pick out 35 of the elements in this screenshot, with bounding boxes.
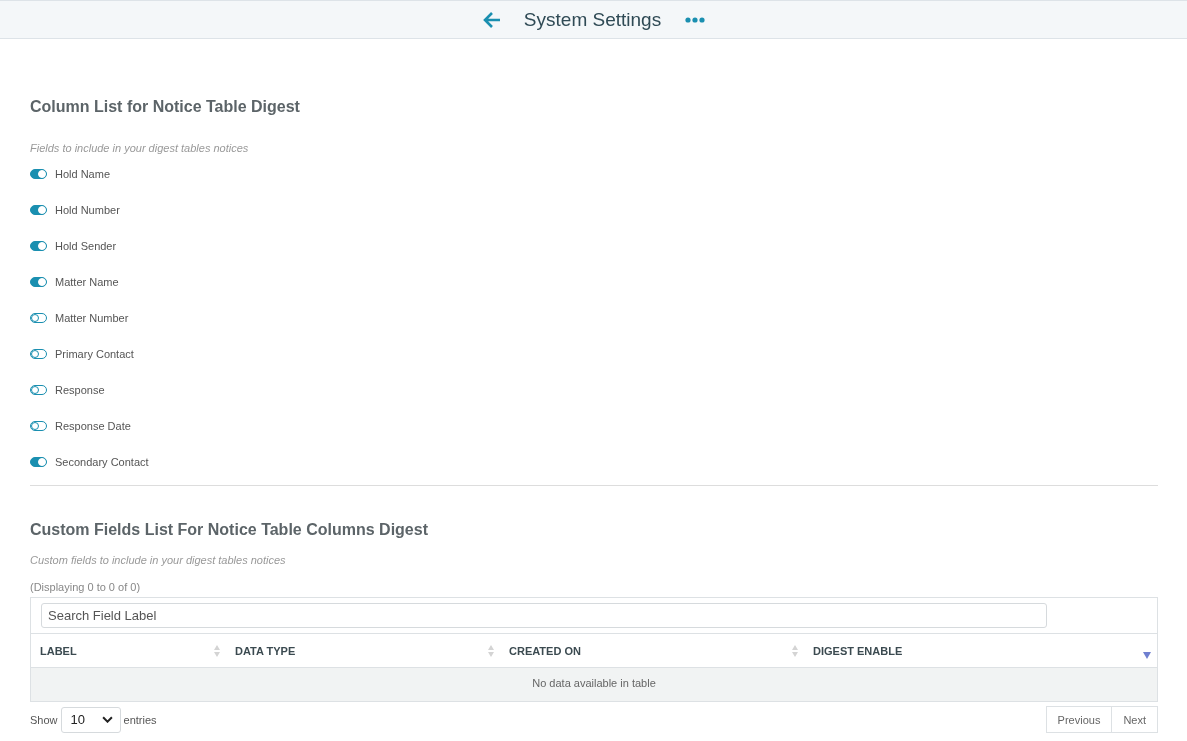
field-label: Hold Name [55,168,111,180]
field-label: Matter Name [55,276,119,288]
pager-button[interactable]: Next [1111,706,1158,733]
field-label: Secondary Contact [55,456,149,468]
page-title: System Settings [523,8,662,31]
section-title: Custom Fields List For Notice Table Columns Digest [30,520,429,540]
toggle-switch[interactable] [30,205,47,215]
toggle-switch[interactable] [30,241,47,251]
field-label: Primary Contact [55,348,134,360]
back-arrow-icon[interactable] [481,9,502,30]
pager-button[interactable]: Previous [1045,706,1113,733]
toggle-switch[interactable] [30,457,47,467]
entries-label: entries [123,713,157,726]
field-label: Hold Number [55,204,120,216]
toggle-switch[interactable] [30,169,47,179]
empty-message: No data available in table [31,668,1157,701]
chevron-down-icon [101,716,113,723]
field-label: Matter Number [55,312,129,324]
section-title: Column List for Notice Table Digest [30,97,301,117]
more-icon[interactable] [685,16,706,23]
column-header[interactable]: DIGEST ENABLE [813,644,903,657]
column-header[interactable]: DATA TYPE [235,644,296,657]
column-header[interactable]: CREATED ON [509,644,581,657]
toggle-switch[interactable] [30,277,47,287]
sort-descending-icon[interactable] [1142,651,1152,659]
show-label: Show [30,713,58,726]
column-header[interactable]: LABEL [40,644,77,657]
field-label: Response [55,384,105,396]
field-label: Response Date [55,420,131,432]
section-hint: Fields to include in your digest tables notices [30,142,250,154]
section-hint: Custom fields to include in your digest tables notices [30,554,287,566]
field-label: Hold Sender [55,240,117,252]
record-count: (Displaying 0 to 0 of 0) [30,581,142,593]
search-field[interactable]: Search Field Label [41,603,1047,628]
page-size-select[interactable]: 10 [60,706,121,733]
